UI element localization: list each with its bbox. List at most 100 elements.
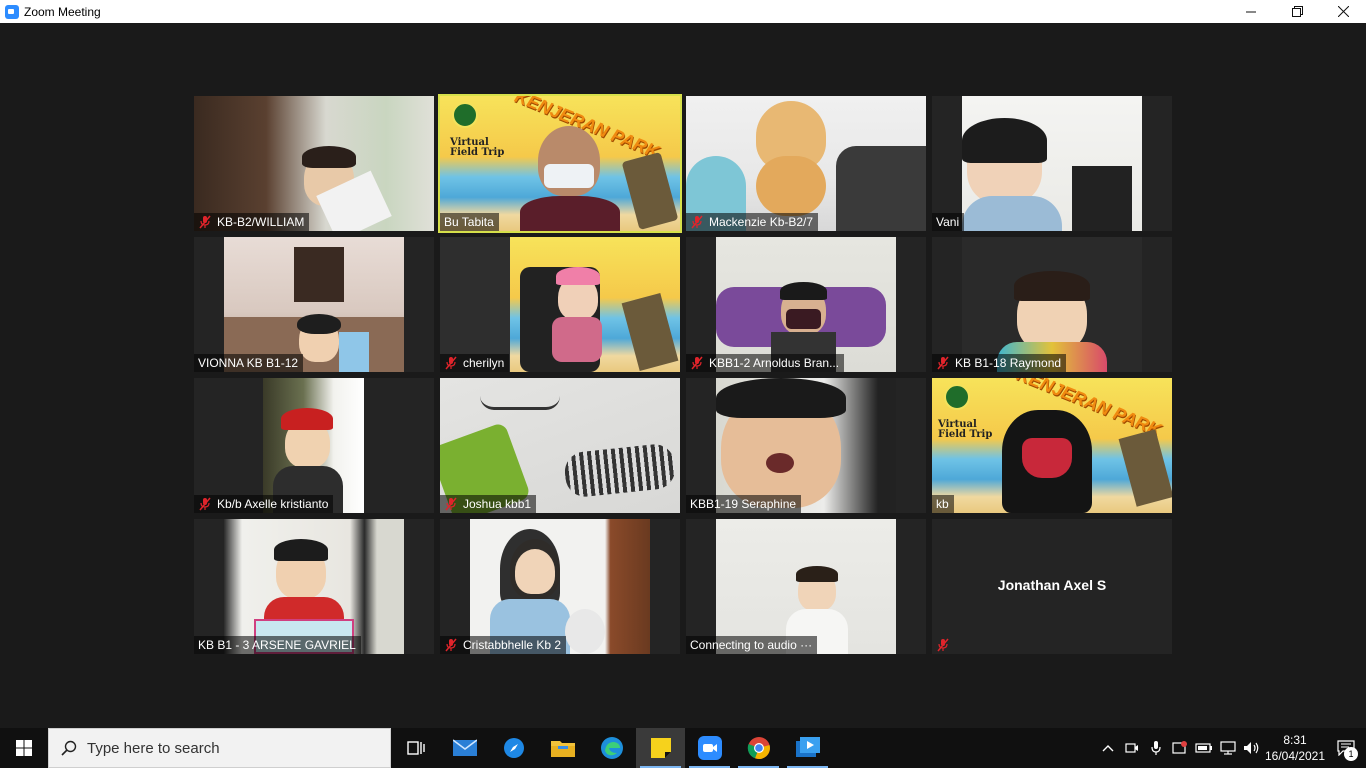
participant-name-tag: Bu Tabita — [440, 213, 499, 231]
folder-icon — [550, 741, 575, 757]
zoom-app-icon — [5, 4, 19, 19]
participant-name: VIONNA KB B1-12 — [198, 356, 299, 370]
participant-tile[interactable]: KBB1-19 Seraphine — [686, 378, 926, 513]
participant-name-tag: VIONNA KB B1-12 — [194, 354, 304, 372]
microphone-tray-button[interactable] — [1144, 728, 1168, 768]
participant-name: Connecting to audio ··· — [690, 638, 813, 652]
taskbar-media-app[interactable] — [783, 728, 832, 768]
volume-tray-button[interactable] — [1240, 728, 1264, 768]
close-button[interactable] — [1320, 0, 1366, 23]
participant-name: Bu Tabita — [444, 215, 494, 229]
participant-tile[interactable]: cherilyn — [440, 237, 680, 372]
taskbar-chrome-browser[interactable] — [734, 728, 783, 768]
participant-video — [440, 378, 680, 513]
participant-name-tag: Joshua kbb1 — [440, 495, 537, 513]
participant-name-tag: KBB1-19 Seraphine — [686, 495, 802, 513]
muted-mic-icon — [199, 215, 211, 229]
participant-name-tag: cherilyn — [440, 354, 510, 372]
participant-tile[interactable]: Vani — [932, 96, 1172, 231]
video-player-icon — [795, 737, 820, 757]
chevron-up-icon — [1102, 745, 1114, 752]
taskbar-clock[interactable]: 8:31 16/04/2021 — [1264, 728, 1326, 768]
banner-trip-label: Virtual Field Trip — [938, 420, 992, 440]
participant-tile[interactable]: KB B1 - 3 ARSENE GAVRIEL — [194, 519, 434, 654]
participant-name-tag — [932, 636, 960, 654]
participant-name: Joshua kbb1 — [463, 497, 532, 511]
notification-count-badge: 1 — [1344, 747, 1358, 761]
task-view-button[interactable] — [391, 728, 440, 768]
show-hidden-icons-button[interactable] — [1096, 728, 1120, 768]
participant-name-tag: Cristabbhelle Kb 2 — [440, 636, 567, 654]
participant-name-large: Jonathan Axel S — [997, 577, 1107, 593]
minimize-button[interactable] — [1228, 0, 1274, 23]
microphone-icon — [1151, 741, 1161, 755]
participant-video — [686, 96, 926, 231]
taskbar-file-explorer[interactable] — [538, 728, 587, 768]
security-tray-button[interactable] — [1168, 728, 1192, 768]
taskbar-search-box[interactable]: Type here to search — [48, 728, 391, 768]
participant-name: kb — [936, 497, 949, 511]
taskbar-sticky-notes[interactable] — [636, 728, 685, 768]
participant-name: cherilyn — [463, 356, 505, 370]
windows-taskbar: Type here to search 8:31 16/04/2021 1 — [0, 728, 1366, 768]
participant-name-tag: KBB1-2 Arnoldus Bran... — [686, 354, 845, 372]
participant-tile[interactable]: Kb/b Axelle kristianto — [194, 378, 434, 513]
muted-mic-icon — [937, 356, 949, 370]
muted-mic-icon — [691, 356, 703, 370]
participant-tile[interactable]: Cristabbhelle Kb 2 — [440, 519, 680, 654]
participant-name-tag: Connecting to audio ··· — [686, 636, 818, 654]
participant-tile-video-off[interactable]: Jonathan Axel S — [932, 519, 1172, 654]
network-tray-button[interactable] — [1216, 728, 1240, 768]
participant-tile[interactable]: KENJERAN PARK Virtual Field Trip kb — [932, 378, 1172, 513]
banner-trip-label: Virtual Field Trip — [450, 138, 504, 158]
participant-video — [716, 519, 896, 654]
muted-mic-icon — [691, 215, 703, 229]
battery-tray-button[interactable] — [1192, 728, 1216, 768]
participant-video — [962, 96, 1142, 231]
participant-video — [194, 96, 434, 231]
participant-tile[interactable]: KBB1-2 Arnoldus Bran... — [686, 237, 926, 372]
compass-icon — [503, 738, 524, 758]
start-button[interactable] — [0, 728, 48, 768]
participant-tile[interactable]: VIONNA KB B1-12 — [194, 237, 434, 372]
participant-tile-active-speaker[interactable]: KENJERAN PARK Virtual Field Trip Bu Tabit… — [438, 94, 682, 233]
taskbar-zoom-app[interactable] — [685, 728, 734, 768]
camera-tray-button[interactable] — [1120, 728, 1144, 768]
participant-name-tag: KB-B2/WILLIAM — [194, 213, 310, 231]
muted-mic-icon — [445, 356, 457, 370]
participant-video — [224, 237, 404, 372]
taskbar-mail-app[interactable] — [440, 728, 489, 768]
windows-logo-icon — [16, 740, 32, 756]
participant-name: KB B1 - 3 ARSENE GAVRIEL — [198, 638, 356, 652]
muted-mic-icon — [445, 638, 457, 652]
participant-name-tag: Mackenzie Kb-B2/7 — [686, 213, 819, 231]
participant-tile[interactable]: Joshua kbb1 — [440, 378, 680, 513]
shield-icon — [1172, 741, 1187, 754]
taskbar-edge-browser[interactable] — [587, 728, 636, 768]
participant-tile[interactable]: Mackenzie Kb-B2/7 — [686, 96, 926, 231]
participant-name: Vani — [936, 215, 960, 229]
action-center-button[interactable]: 1 — [1326, 728, 1366, 768]
participant-name: KB-B2/WILLIAM — [217, 215, 305, 229]
taskbar-compass-app[interactable] — [489, 728, 538, 768]
restore-button[interactable] — [1274, 0, 1320, 23]
edge-icon — [600, 737, 623, 759]
clock-date: 16/04/2021 — [1264, 749, 1326, 763]
participant-name-tag: KB B1 - 3 ARSENE GAVRIEL — [194, 636, 361, 654]
muted-mic-icon — [937, 638, 949, 652]
muted-mic-icon — [445, 497, 457, 511]
speaker-icon — [1244, 742, 1259, 754]
participant-name: Mackenzie Kb-B2/7 — [709, 215, 814, 229]
banner-trip-line2: Field Trip — [938, 429, 993, 440]
mail-icon — [452, 739, 477, 756]
participant-tile[interactable]: Connecting to audio ··· — [686, 519, 926, 654]
clock-time: 8:31 — [1283, 733, 1307, 747]
task-view-icon — [406, 741, 425, 755]
participant-tile[interactable]: KB-B2/WILLIAM — [194, 96, 434, 231]
window-title-bar[interactable]: Zoom Meeting — [0, 0, 1366, 23]
sticky-note-icon — [650, 738, 671, 758]
participant-name: KB B1-18 Raymond — [955, 356, 1062, 370]
search-icon — [61, 740, 77, 756]
camera-icon — [1125, 743, 1138, 753]
participant-tile[interactable]: KB B1-18 Raymond — [932, 237, 1172, 372]
